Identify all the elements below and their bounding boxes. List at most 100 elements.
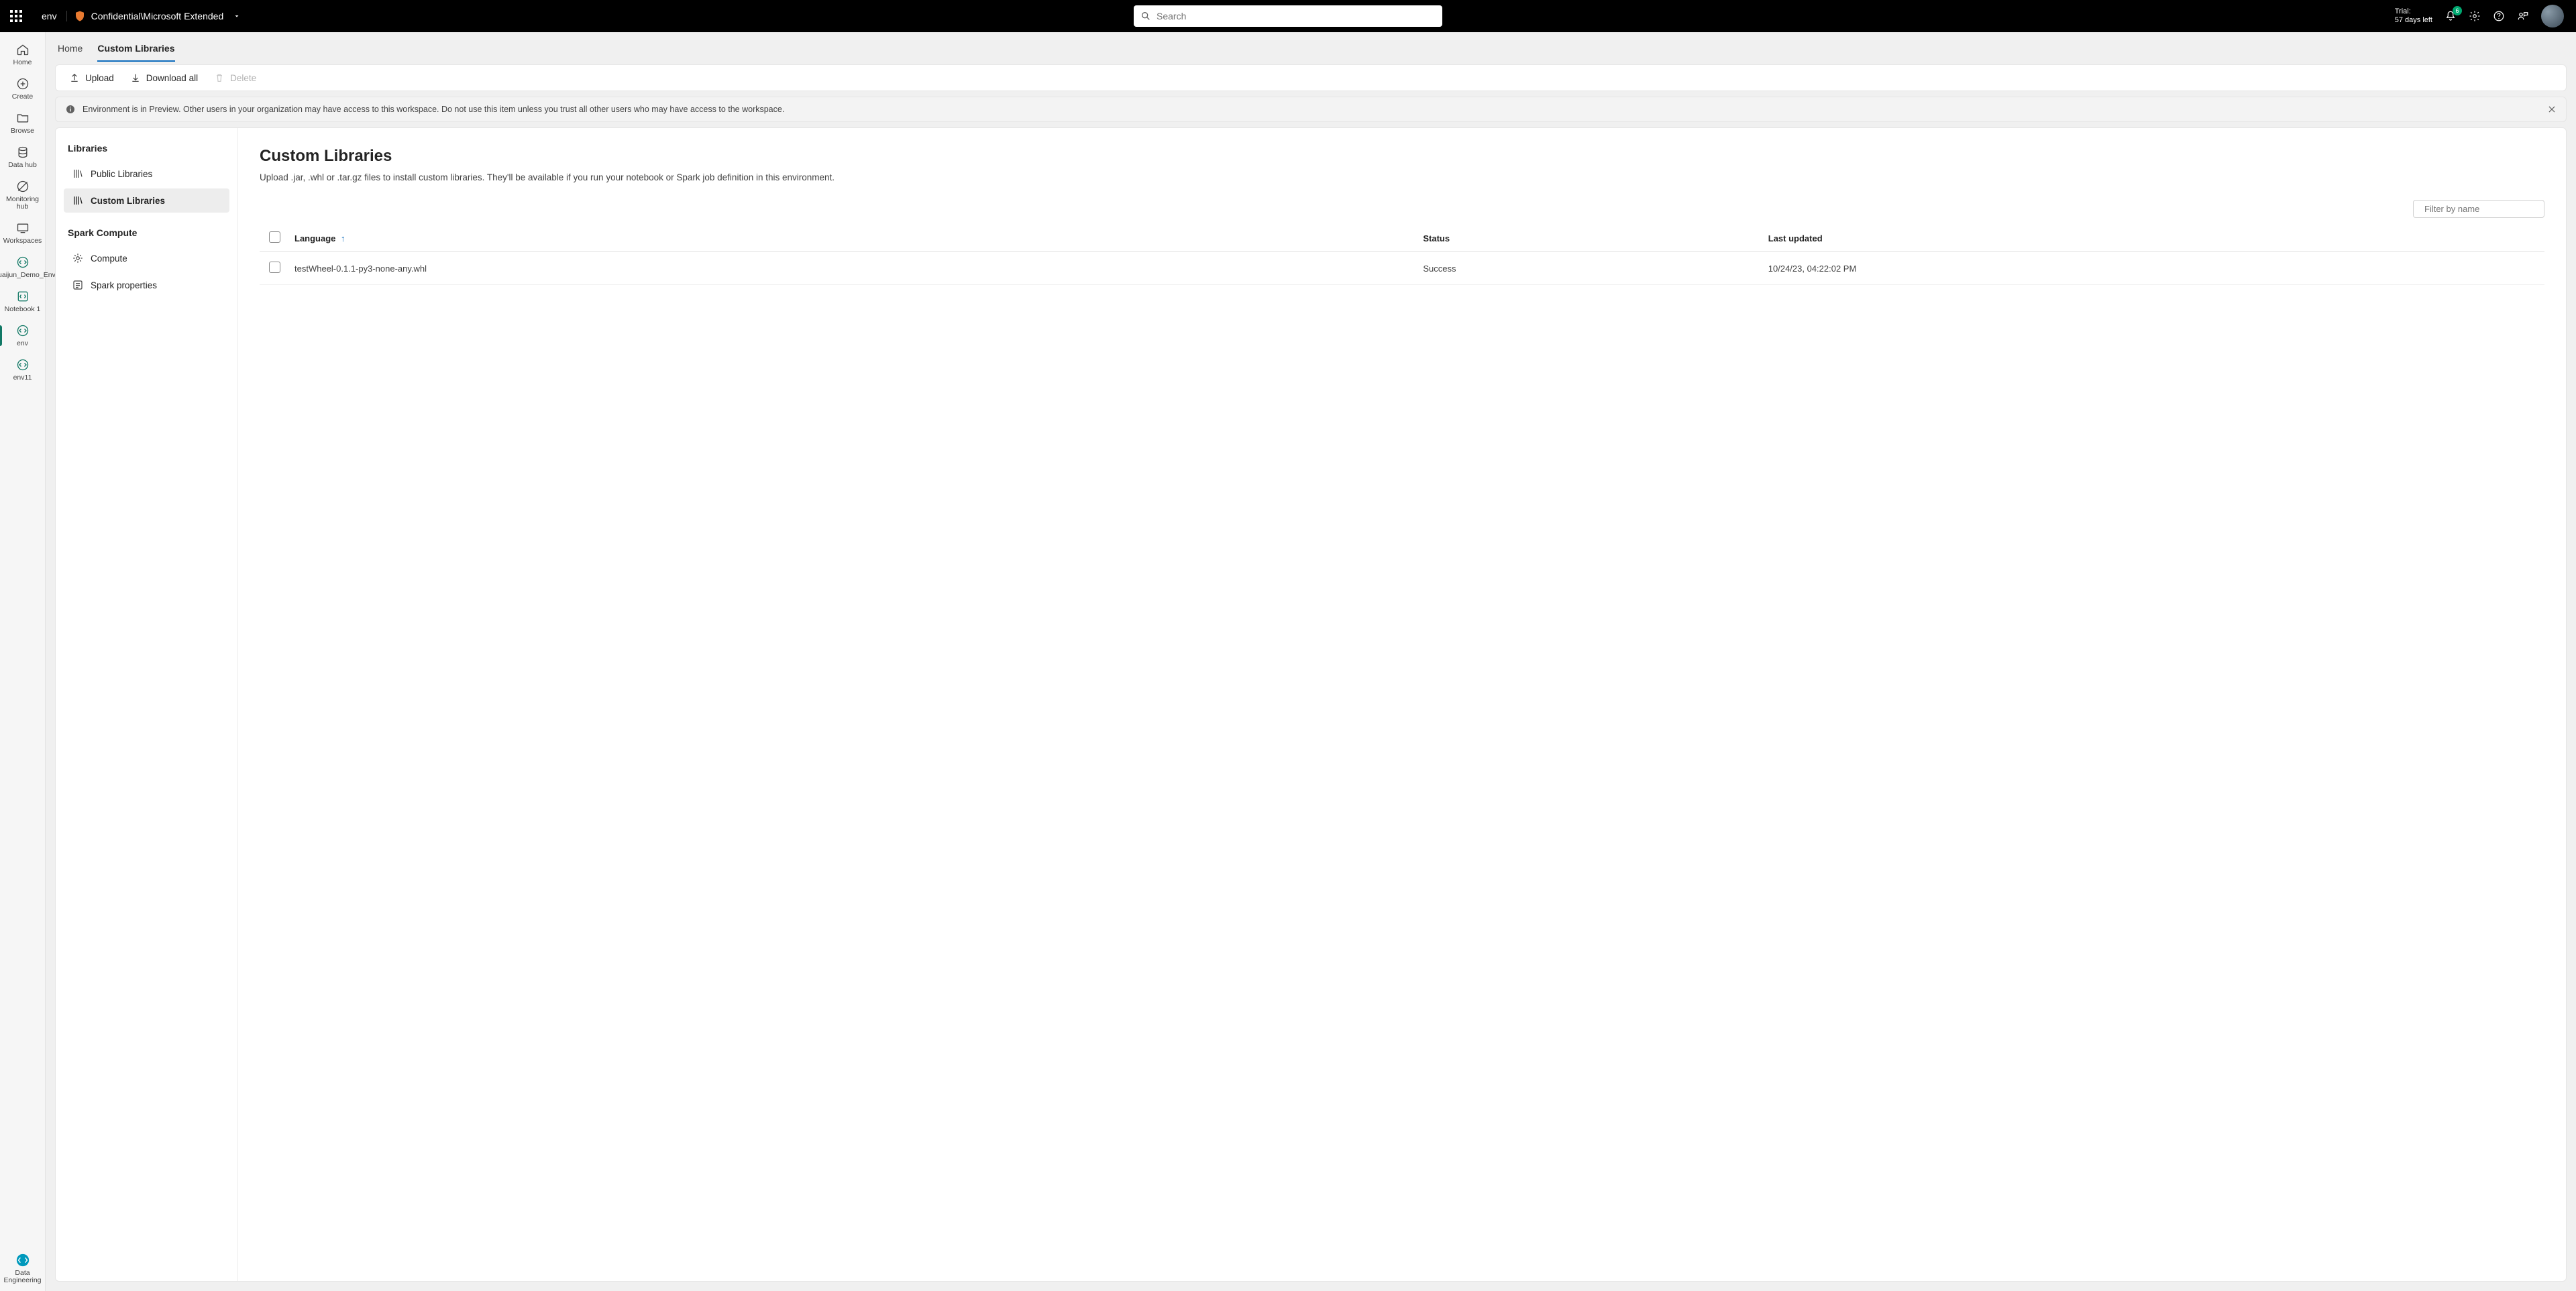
nav-demo-env[interactable]: Shuaijun_Demo_Env [0, 250, 45, 284]
table-row[interactable]: testWheel-0.1.1-py3-none-any.whl Success… [260, 252, 2544, 285]
cell-language: testWheel-0.1.1-py3-none-any.whl [289, 252, 1417, 285]
feedback-button[interactable] [2517, 10, 2529, 22]
tab-custom-libraries[interactable]: Custom Libraries [97, 43, 174, 62]
data-hub-icon [16, 146, 30, 159]
notifications-button[interactable]: 6 [2445, 10, 2457, 22]
upload-label: Upload [85, 73, 114, 83]
search-input[interactable] [1157, 11, 1436, 21]
app-launcher-button[interactable] [0, 10, 32, 22]
trial-status[interactable]: Trial: 57 days left [2395, 7, 2432, 25]
workspaces-icon [16, 221, 30, 235]
plus-circle-icon [16, 77, 30, 91]
preview-banner: Environment is in Preview. Other users i… [55, 97, 2567, 122]
classification-dropdown[interactable]: Confidential\Microsoft Extended [74, 10, 241, 22]
spark-properties-icon [72, 279, 84, 291]
person-feedback-icon [2517, 10, 2529, 22]
delete-button: Delete [207, 68, 263, 87]
download-icon [130, 72, 141, 83]
data-engineering-icon [15, 1253, 30, 1268]
code-rect-icon [16, 290, 30, 303]
classification-label: Confidential\Microsoft Extended [91, 11, 224, 21]
custom-libraries-icon [72, 194, 84, 207]
filter-input[interactable] [2424, 204, 2542, 214]
shield-icon [74, 10, 86, 22]
download-all-button[interactable]: Download all [123, 68, 205, 87]
upload-button[interactable]: Upload [62, 68, 121, 87]
chevron-down-icon [233, 12, 241, 20]
toolbar: Upload Download all Delete [55, 64, 2567, 91]
filter-box[interactable] [2413, 200, 2544, 218]
nav-env-label: env [17, 340, 28, 347]
sidenav-custom-libraries[interactable]: Custom Libraries [64, 188, 229, 213]
sort-ascending-icon: ↑ [341, 233, 345, 243]
banner-text: Environment is in Preview. Other users i… [83, 105, 784, 114]
sidenav-spark-properties-label: Spark properties [91, 280, 157, 290]
sidenav-public-libraries-label: Public Libraries [91, 169, 152, 179]
user-avatar[interactable] [2541, 5, 2564, 27]
environment-name-label: env [32, 11, 67, 21]
nav-workspaces[interactable]: Workspaces [0, 216, 45, 250]
filter-row [260, 200, 2544, 218]
trial-label: Trial: [2395, 7, 2432, 16]
column-header-updated[interactable]: Last updated [1763, 225, 2544, 252]
sidenav-compute[interactable]: Compute [64, 246, 229, 270]
persona-switcher-label: Data Engineering [0, 1270, 45, 1284]
info-icon [65, 104, 76, 115]
column-header-language[interactable]: Language ↑ [289, 225, 1417, 252]
waffle-icon [10, 10, 22, 22]
persona-switcher[interactable]: Data Engineering [0, 1246, 45, 1291]
nav-data-hub[interactable]: Data hub [0, 140, 45, 174]
help-icon [2493, 10, 2505, 22]
code-circle-icon [16, 256, 30, 269]
settings-side-nav: Libraries Public Libraries Custom Librar… [56, 128, 238, 1281]
gear-icon [2469, 10, 2481, 22]
download-all-label: Download all [146, 73, 198, 83]
help-button[interactable] [2493, 10, 2505, 22]
nav-home-label: Home [13, 59, 32, 66]
nav-monitoring-hub-label: Monitoring hub [0, 196, 45, 211]
content-card: Libraries Public Libraries Custom Librar… [55, 127, 2567, 1282]
sidenav-spark-properties[interactable]: Spark properties [64, 273, 229, 297]
nav-notebook-1[interactable]: Notebook 1 [0, 284, 45, 319]
notification-badge: 6 [2453, 6, 2462, 15]
tab-home[interactable]: Home [58, 43, 83, 62]
nav-create-label: Create [12, 93, 34, 101]
sidenav-public-libraries[interactable]: Public Libraries [64, 162, 229, 186]
monitor-icon [16, 180, 30, 193]
header-checkbox[interactable] [269, 231, 280, 243]
nav-browse[interactable]: Browse [0, 106, 45, 140]
workspace-tabs: Home Custom Libraries [55, 39, 2567, 62]
nav-monitoring-hub[interactable]: Monitoring hub [0, 174, 45, 216]
page-title: Custom Libraries [260, 147, 2544, 166]
nav-env[interactable]: env [0, 319, 45, 353]
nav-create[interactable]: Create [0, 72, 45, 106]
banner-close-button[interactable] [2547, 105, 2557, 114]
nav-env11-label: env11 [13, 374, 32, 382]
upload-icon [69, 72, 80, 83]
nav-browse-label: Browse [11, 127, 34, 135]
settings-button[interactable] [2469, 10, 2481, 22]
nav-notebook-1-label: Notebook 1 [5, 306, 41, 313]
folder-icon [16, 111, 30, 125]
delete-label: Delete [230, 73, 256, 83]
section-libraries: Libraries [64, 143, 229, 154]
nav-data-hub-label: Data hub [8, 162, 37, 169]
home-icon [16, 43, 30, 56]
top-bar: env Confidential\Microsoft Extended Tria… [0, 0, 2576, 32]
main-content: Home Custom Libraries Upload Download al… [46, 32, 2576, 1291]
column-header-status[interactable]: Status [1417, 225, 1762, 252]
search-box[interactable] [1134, 5, 1442, 27]
section-spark-compute: Spark Compute [64, 227, 229, 238]
sidenav-compute-label: Compute [91, 254, 127, 264]
card-body: Custom Libraries Upload .jar, .whl or .t… [238, 128, 2566, 1281]
row-checkbox[interactable] [269, 262, 280, 273]
cell-updated: 10/24/23, 04:22:02 PM [1763, 252, 2544, 285]
trial-days: 57 days left [2395, 16, 2432, 25]
nav-env11[interactable]: env11 [0, 353, 45, 387]
nav-home[interactable]: Home [0, 38, 45, 72]
compute-icon [72, 252, 84, 264]
libraries-table: Language ↑ Status Last updated testWheel… [260, 225, 2544, 285]
nav-workspaces-label: Workspaces [3, 237, 42, 245]
search-icon [1140, 11, 1151, 21]
topbar-right: Trial: 57 days left 6 [2395, 5, 2576, 27]
